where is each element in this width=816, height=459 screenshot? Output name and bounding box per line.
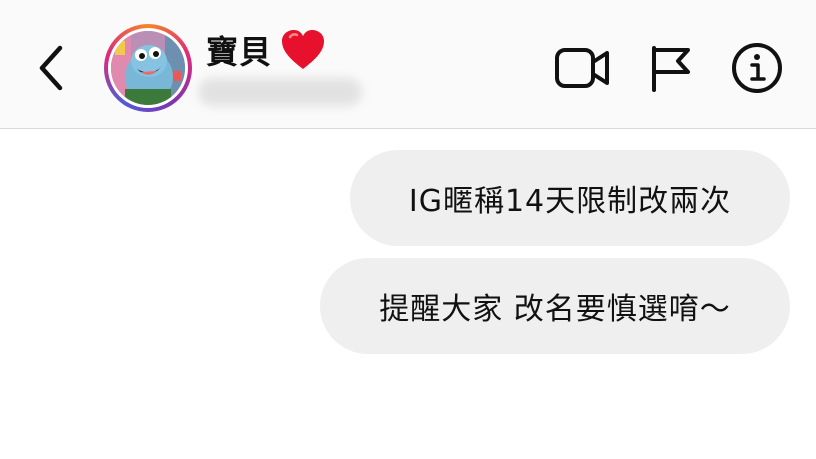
contact-avatar[interactable] — [104, 24, 192, 112]
heart-icon — [282, 30, 325, 69]
message-text: 提醒大家 改名要慎選唷～ — [379, 292, 731, 327]
chevron-left-icon — [39, 45, 63, 91]
message-bubble[interactable]: IG暱稱14天限制改兩次 — [350, 150, 790, 246]
video-camera-icon — [555, 48, 609, 88]
username-blurred — [198, 78, 362, 106]
info-icon — [732, 43, 782, 93]
contact-name-row: 寶貝 — [206, 28, 326, 72]
message-text: IG暱稱14天限制改兩次 — [408, 184, 732, 219]
contact-name: 寶貝 — [206, 33, 273, 71]
video-call-button[interactable] — [554, 42, 610, 94]
avatar-image — [111, 31, 185, 105]
message-bubble[interactable]: 提醒大家 改名要慎選唷～ — [320, 258, 790, 354]
back-button[interactable] — [30, 42, 74, 94]
flag-icon — [652, 46, 690, 92]
chat-header: 寶貝 — [0, 0, 816, 129]
conversation-info-button[interactable] — [730, 42, 784, 94]
cartoon-character-icon — [111, 31, 185, 105]
report-flag-button[interactable] — [646, 42, 694, 94]
